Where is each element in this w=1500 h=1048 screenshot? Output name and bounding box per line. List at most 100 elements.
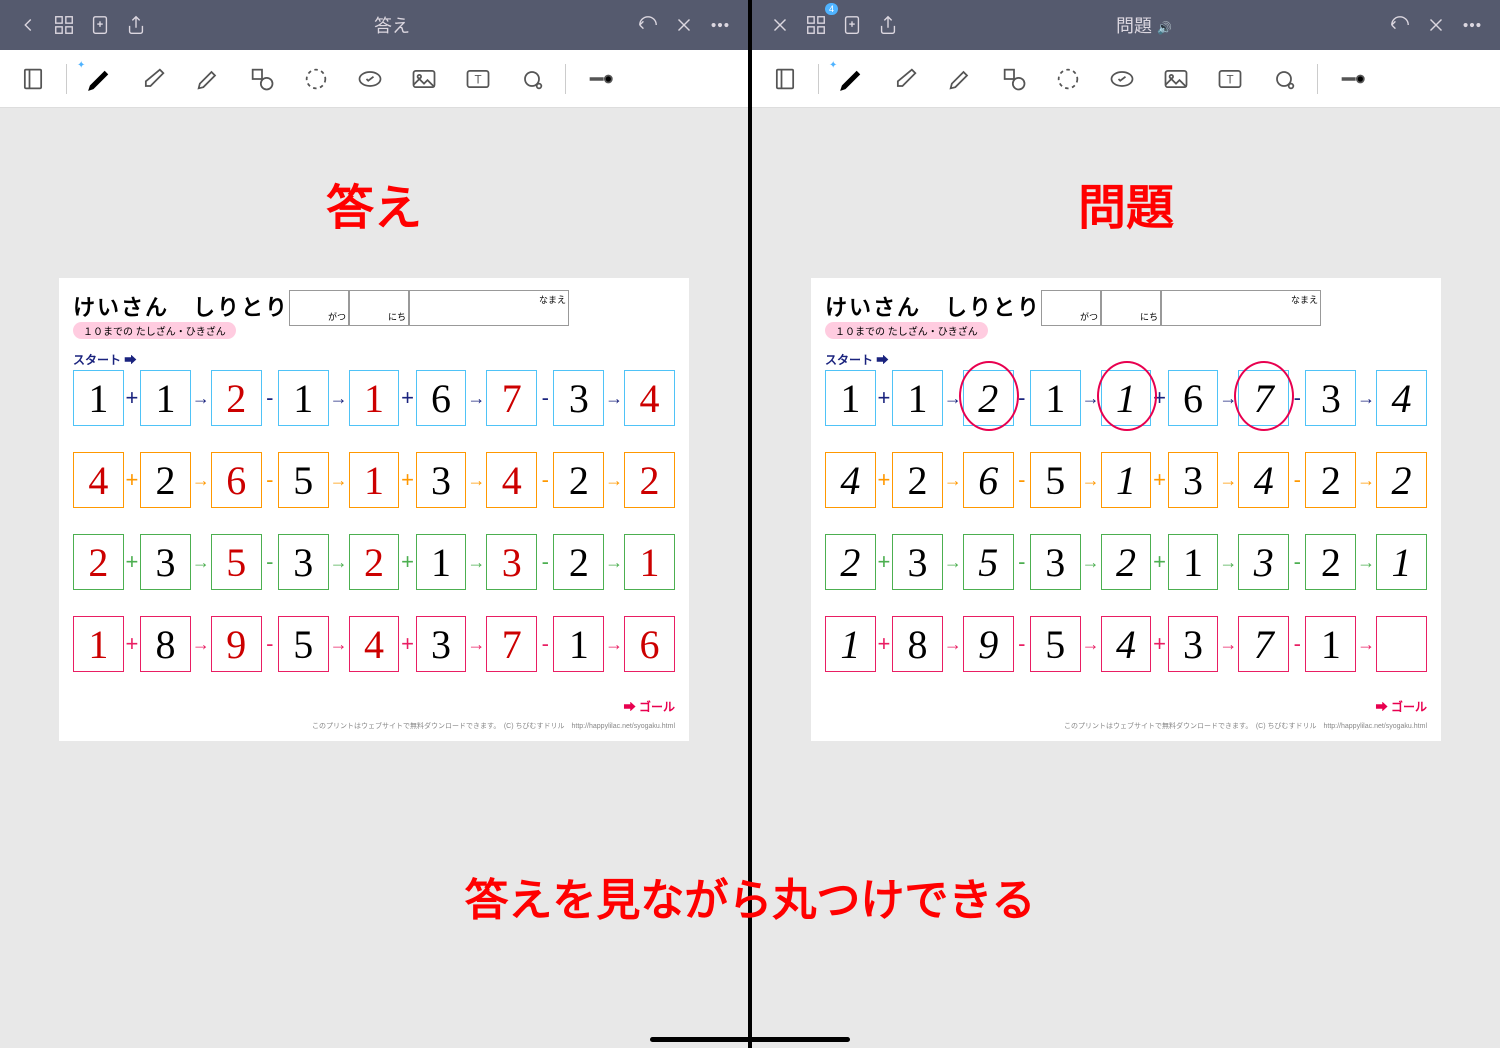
grid-icon[interactable]: 4 [798,7,834,43]
stamp-tool[interactable] [1097,58,1147,100]
operator: + [399,467,415,493]
number-cell: 1 [825,616,876,672]
number-cell: 1 [1305,616,1356,672]
close-icon[interactable] [666,7,702,43]
number-cell: 4 [73,452,124,508]
sheet-subtitle: １０までの たしざん・ひきざん [825,322,988,339]
start-label: スタート ➡ [73,351,675,368]
number-cell: 1 [1101,370,1152,426]
notebook-tool[interactable] [8,58,58,100]
arrow-icon: → [329,388,349,409]
add-page-icon[interactable] [82,7,118,43]
operator: - [262,385,278,411]
operator: - [1289,385,1305,411]
number-cell: 2 [140,452,191,508]
number-cell: 2 [553,534,604,590]
lasso-tool[interactable] [291,58,341,100]
more-icon[interactable] [702,7,738,43]
highlighter-tool[interactable] [935,58,985,100]
number-cell: 1 [349,370,400,426]
equation-row: 2+3→5-3→2+1→3-2→1 [73,534,675,590]
sheet-subtitle: １０までの たしざん・ひきざん [73,322,236,339]
page-label-right: 問題 [752,168,1500,238]
svg-text:T: T [474,73,481,86]
footer-text: このプリントはウェブサイトで無料ダウンロードできます。 (C) ちびむすドリル … [73,721,675,731]
number-cell: 5 [1030,616,1081,672]
eraser-tool[interactable] [881,58,931,100]
arrow-icon: → [1356,634,1376,655]
number-cell: 5 [1030,452,1081,508]
share-icon[interactable] [870,7,906,43]
style-tool[interactable] [574,58,624,100]
name-box: がつ にち なまえ [289,290,569,326]
number-cell: 6 [416,370,467,426]
eraser-tool[interactable] [129,58,179,100]
number-cell: 1 [140,370,191,426]
operator: + [876,631,892,657]
highlighter-tool[interactable] [183,58,233,100]
pointer-tool[interactable] [507,58,557,100]
divider [565,64,566,94]
stamp-tool[interactable] [345,58,395,100]
number-cell: 7 [486,616,537,672]
doc-title-left: 答え [154,12,630,38]
shapes-tool[interactable] [237,58,287,100]
goal-label: ➡ ゴール [825,698,1427,715]
arrow-icon: → [604,470,624,491]
undo-icon[interactable] [1382,7,1418,43]
image-tool[interactable] [399,58,449,100]
number-cell: 5 [963,534,1014,590]
share-icon[interactable] [118,7,154,43]
bottom-caption: 答えを見ながら丸つけできる [0,864,1500,928]
number-cell: 2 [1376,452,1427,508]
arrow-icon: → [1218,470,1238,491]
operator: + [124,549,140,575]
topbar-left: 答え [0,0,748,50]
number-cell [1376,616,1427,672]
text-tool[interactable]: T [453,58,503,100]
svg-text:T: T [1226,73,1233,86]
number-cell: 4 [1101,616,1152,672]
arrow-icon: → [1081,634,1101,655]
undo-icon[interactable] [630,7,666,43]
arrow-icon: → [466,634,486,655]
add-page-icon[interactable] [834,7,870,43]
goal-label: ➡ ゴール [73,698,675,715]
operator: + [124,467,140,493]
style-tool[interactable] [1326,58,1376,100]
notebook-tool[interactable] [760,58,810,100]
number-cell: 3 [278,534,329,590]
close-icon[interactable] [1418,7,1454,43]
number-cell: 4 [825,452,876,508]
number-cell: 3 [416,452,467,508]
arrow-icon: → [943,552,963,573]
text-tool[interactable]: T [1205,58,1255,100]
number-cell: 9 [963,616,1014,672]
number-cell: 7 [486,370,537,426]
pen-tool[interactable]: ✦ [75,58,125,100]
equation-row: 4+2→6-5→1+3→4-2→2 [73,452,675,508]
number-cell: 6 [211,452,262,508]
page-label-left: 答え [0,168,748,238]
number-cell: 3 [892,534,943,590]
back-button[interactable] [10,7,46,43]
shapes-tool[interactable] [989,58,1039,100]
worksheet-left: けいさん しりとり １０までの たしざん・ひきざん がつ にち なまえ スタート… [59,278,689,741]
arrow-icon: → [604,552,624,573]
pen-tool[interactable]: ✦ [827,58,877,100]
home-indicator[interactable] [650,1037,850,1042]
more-icon[interactable] [1454,7,1490,43]
grid-icon[interactable] [46,7,82,43]
number-cell: 6 [624,616,675,672]
pointer-tool[interactable] [1259,58,1309,100]
number-cell: 6 [1168,370,1219,426]
image-tool[interactable] [1151,58,1201,100]
number-cell: 1 [892,370,943,426]
arrow-icon: → [1081,388,1101,409]
number-cell: 3 [416,616,467,672]
equation-row: 1+8→9-5→4+3→7-1→ [825,616,1427,672]
arrow-icon: → [943,634,963,655]
sheet-title: けいさん しりとり [825,290,1041,322]
lasso-tool[interactable] [1043,58,1093,100]
close-icon[interactable] [762,7,798,43]
